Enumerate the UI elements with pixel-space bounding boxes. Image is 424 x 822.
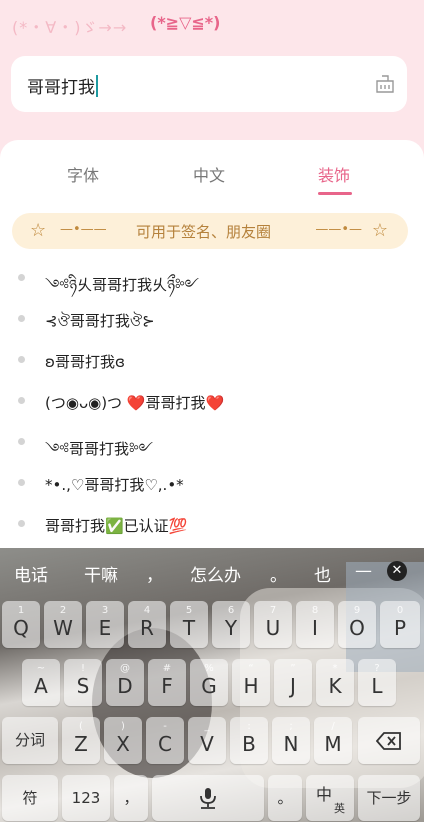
kaomoji-faded[interactable]: (*・∀・)ゞ→→ (12, 14, 127, 38)
candidate-word[interactable]: 也 (314, 561, 331, 586)
decorated-name: ʚ哥哥打我ɞ (45, 353, 125, 371)
bullet-dot (18, 520, 25, 527)
next-key[interactable]: 下一步 (358, 775, 420, 821)
basket-clear-icon[interactable] (373, 72, 397, 96)
key-m[interactable]: / M (314, 717, 352, 764)
key-a[interactable]: ~ A (22, 659, 60, 706)
decorated-name: ⊰ঔ哥哥打我ঔ⊱ (45, 312, 155, 330)
key-r[interactable]: 4R (128, 601, 166, 648)
search-card[interactable]: 哥哥打我 (11, 56, 407, 112)
candidate-word[interactable]: 电话 (14, 561, 48, 586)
kaomoji-banner: (*・∀・)ゞ→→ (*≧▽≦*) (0, 0, 424, 50)
backspace-icon (375, 732, 401, 750)
bullet-dot (18, 356, 25, 363)
microphone-icon (200, 788, 216, 809)
language-sub: 英 (334, 802, 345, 815)
hint-text: 可用于签名、朋友圈 (136, 223, 272, 241)
bullet-dot (18, 397, 25, 404)
close-candidates-icon[interactable]: ✕ (387, 561, 407, 581)
backspace-key[interactable] (358, 717, 420, 764)
search-input[interactable]: 哥哥打我 (27, 73, 98, 98)
decorated-name-list: ༺ཉི乆哥哥打我乆ཉྀ༻ ⊰ঔ哥哥打我ঔ⊱ ʚ哥哥打我ɞ (つ◉ᴗ◉)つ ❤️哥… (0, 260, 424, 547)
key-e[interactable]: 3E (86, 601, 124, 648)
decorated-name: 哥哥打我✅已认证💯 (45, 517, 188, 535)
decorated-name: (つ◉ᴗ◉)つ ❤️哥哥打我❤️ (45, 394, 225, 412)
star-icon-right: ☆ (371, 220, 388, 241)
language-switch-key[interactable]: 中 英 (306, 775, 354, 821)
list-item[interactable]: *•.,♡哥哥打我♡,.•* (0, 465, 424, 506)
candidate-word[interactable]: ， (146, 561, 163, 586)
list-item[interactable]: 哥哥打我✅已认证💯 (0, 506, 424, 547)
key-d[interactable]: @ D (106, 659, 144, 706)
candidate-word[interactable]: — (355, 561, 372, 581)
hint-divider-left: —•—— (60, 222, 107, 237)
key-p[interactable]: 0P (380, 601, 420, 648)
star-icon-left: ☆ (30, 220, 47, 241)
candidate-word[interactable]: 干嘛 (84, 561, 118, 586)
hint-divider-right: ——•— (315, 222, 362, 237)
key-y[interactable]: 6Y (212, 601, 250, 648)
search-input-value: 哥哥打我 (27, 78, 95, 98)
tab-chinese[interactable]: 中文 (193, 162, 225, 186)
result-panel: 字体 中文 装饰 ☆ —•—— 可用于签名、朋友圈 ——•— ☆ ༺ཉི乆哥哥打… (0, 140, 424, 560)
key-t[interactable]: 5T (170, 601, 208, 648)
key-g[interactable]: % G (190, 659, 228, 706)
ime-keyboard: 电话 干嘛 ， 怎么办 。 也 — ✕ 1Q 2W 3E 4R 5T 6Y 7U… (0, 548, 424, 822)
key-c[interactable]: -C (146, 717, 184, 764)
symbol-key[interactable]: 符 (2, 775, 58, 821)
kaomoji-highlight[interactable]: (*≧▽≦*) (150, 13, 220, 32)
key-o[interactable]: 9O (338, 601, 376, 648)
key-h[interactable]: “H (232, 659, 270, 706)
key-s[interactable]: ! S (64, 659, 102, 706)
key-z[interactable]: (Z (62, 717, 100, 764)
comma-key[interactable]: ， (114, 775, 148, 821)
tab-decoration[interactable]: 装饰 (318, 162, 350, 186)
key-i[interactable]: 8I (296, 601, 334, 648)
key-v[interactable]: _ V (188, 717, 226, 764)
active-tab-indicator (318, 192, 352, 195)
period-key[interactable]: 。 (268, 775, 302, 821)
key-q[interactable]: 1Q (2, 601, 40, 648)
key-x[interactable]: ) X (104, 717, 142, 764)
bullet-dot (18, 274, 25, 281)
candidate-word[interactable]: 怎么办 (190, 561, 241, 586)
language-main: 中 (316, 785, 333, 804)
decorated-name: *•.,♡哥哥打我♡,.•* (45, 476, 184, 494)
bullet-dot (18, 438, 25, 445)
segment-key[interactable]: 分词 (2, 717, 58, 764)
key-j[interactable]: ” J (274, 659, 312, 706)
bullet-dot (18, 479, 25, 486)
text-caret (96, 74, 98, 97)
key-n[interactable]: ; N (272, 717, 310, 764)
list-item[interactable]: (つ◉ᴗ◉)つ ❤️哥哥打我❤️ (0, 383, 424, 424)
candidate-bar: 电话 干嘛 ， 怎么办 。 也 — ✕ (0, 548, 424, 592)
key-k[interactable]: * K (316, 659, 354, 706)
hint-bar: ☆ —•—— 可用于签名、朋友圈 ——•— ☆ (12, 213, 408, 249)
list-item[interactable]: ʚ哥哥打我ɞ (0, 342, 424, 383)
list-item[interactable]: ⊰ঔ哥哥打我ঔ⊱ (0, 301, 424, 342)
key-l[interactable]: ? L (358, 659, 396, 706)
key-w[interactable]: 2W (44, 601, 82, 648)
tab-font[interactable]: 字体 (67, 162, 99, 186)
key-f[interactable]: # F (148, 659, 186, 706)
space-key[interactable] (152, 775, 264, 821)
numbers-key[interactable]: 123 (62, 775, 110, 821)
list-item[interactable]: ༺ཉི乆哥哥打我乆ཉྀ༻ (0, 260, 424, 301)
bullet-dot (18, 315, 25, 322)
key-b[interactable]: :B (230, 717, 268, 764)
candidate-word[interactable]: 。 (270, 561, 287, 586)
category-tabs: 字体 中文 装饰 (0, 140, 424, 198)
list-item[interactable]: ༺哥哥打我༻ (0, 424, 424, 465)
key-u[interactable]: 7U (254, 601, 292, 648)
